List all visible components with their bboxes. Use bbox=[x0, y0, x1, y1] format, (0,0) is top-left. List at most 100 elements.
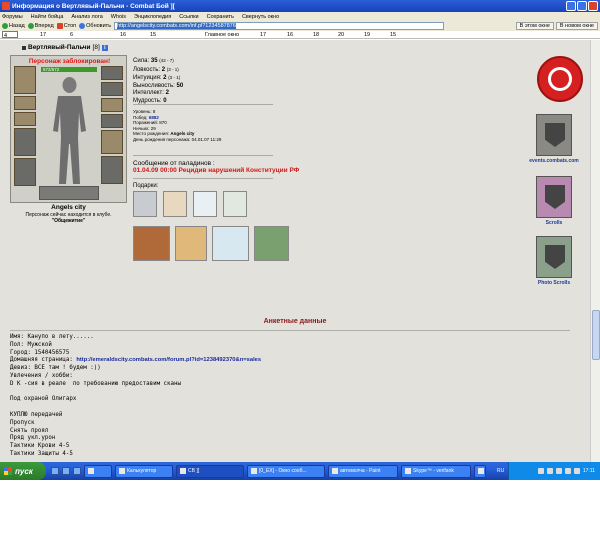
weapon-slot[interactable] bbox=[14, 128, 36, 156]
gift-item[interactable] bbox=[163, 191, 187, 217]
menu-item-save[interactable]: Сохранить bbox=[207, 14, 234, 20]
tab-7[interactable]: 16 bbox=[287, 31, 293, 39]
quick-launch bbox=[51, 467, 81, 475]
task-button[interactable] bbox=[84, 464, 112, 478]
profile-details: Имя: Канупо в лету...... Пол: Мужской Горо… bbox=[10, 334, 262, 457]
tab-0[interactable]: 4 bbox=[2, 31, 18, 39]
tray-icon[interactable] bbox=[546, 468, 553, 474]
toolbar: Назад Вперед Стоп Обновить http://angels… bbox=[0, 21, 600, 31]
earrings-slot[interactable] bbox=[101, 66, 123, 80]
scrollbar-thumb[interactable] bbox=[592, 310, 600, 360]
tab-1[interactable]: 17 bbox=[40, 31, 46, 39]
page-scrollbar[interactable] bbox=[590, 40, 600, 462]
character-level: [8] bbox=[92, 44, 100, 51]
forward-button[interactable]: Вперед bbox=[27, 23, 54, 29]
quicklaunch-ie-icon[interactable] bbox=[51, 467, 59, 475]
menu-item-log-analysis[interactable]: Анализ лога bbox=[71, 14, 102, 20]
tab-9[interactable]: 20 bbox=[338, 31, 344, 39]
tab-4[interactable]: 15 bbox=[150, 31, 156, 39]
task-skype[interactable]: Skype™ - verifank bbox=[401, 464, 471, 478]
tab-main-window[interactable]: Главное окно bbox=[205, 31, 239, 39]
task-calculator[interactable]: Калькулятор bbox=[115, 464, 173, 478]
menu-item-minimize[interactable]: Свернуть окно bbox=[242, 14, 279, 20]
stat-row: Выносливость: 50 bbox=[133, 82, 184, 89]
paladin-message-text: 01.04.09 00:00 Рецидив нарушений Констит… bbox=[133, 167, 300, 174]
menu-item-links[interactable]: Ссылки bbox=[179, 14, 198, 20]
gift-item[interactable] bbox=[133, 191, 157, 217]
windows-flag-icon bbox=[4, 467, 12, 475]
gift-item[interactable] bbox=[193, 191, 217, 217]
calculator-icon bbox=[119, 468, 125, 474]
task-combats[interactable]: CB ][ bbox=[176, 464, 244, 478]
back-button[interactable]: Назад bbox=[2, 23, 25, 29]
photo-scrolls-link[interactable]: Photo Scrolls bbox=[528, 280, 580, 286]
amulet-slot[interactable] bbox=[101, 82, 123, 96]
stat-row: Интуиция: 2 (3 - 1) bbox=[133, 75, 181, 81]
stat-row: Ловкость: 2 (3 - 1) bbox=[133, 66, 179, 73]
photo-scrolls-banner-icon[interactable] bbox=[536, 236, 572, 278]
gift-card[interactable] bbox=[133, 226, 170, 261]
stop-button[interactable]: Стоп bbox=[56, 23, 76, 29]
armor-slot[interactable] bbox=[14, 158, 36, 186]
medals-slot[interactable] bbox=[39, 186, 99, 200]
task-message-window[interactable]: [0_EX] - Окно сооб... bbox=[247, 464, 325, 478]
refresh-button[interactable]: Обновить bbox=[79, 23, 111, 29]
belt-slot[interactable] bbox=[101, 114, 123, 128]
address-input[interactable]: http://angelscity.combats.com/inf.pl?123… bbox=[114, 22, 445, 30]
quicklaunch-desktop-icon[interactable] bbox=[62, 467, 70, 475]
open-new-window-button[interactable]: В новом окне bbox=[555, 22, 598, 30]
stat-row: Интеллект: 2 bbox=[133, 90, 169, 96]
scrolls-link[interactable]: Scrolls bbox=[530, 220, 578, 226]
tab-8[interactable]: 18 bbox=[313, 31, 319, 39]
start-button[interactable]: пуск bbox=[0, 462, 46, 480]
scrolls-banner-icon[interactable] bbox=[536, 176, 572, 218]
hp-bar: 572/572 bbox=[41, 67, 97, 72]
character-name[interactable]: Вертлявый-Пальчи bbox=[28, 44, 91, 51]
close-button[interactable] bbox=[588, 1, 598, 11]
language-indicator[interactable]: RU bbox=[497, 468, 504, 474]
tab-10[interactable]: 19 bbox=[364, 31, 370, 39]
homepage-link[interactable]: http://emeraldscity.combats.com/forum.pl… bbox=[76, 357, 261, 363]
combats-logo-icon[interactable] bbox=[537, 56, 583, 102]
tab-3[interactable]: 16 bbox=[120, 31, 126, 39]
minimize-button[interactable] bbox=[566, 1, 576, 11]
gift-card[interactable] bbox=[212, 226, 249, 261]
tray-icon[interactable] bbox=[555, 468, 562, 474]
tab-2[interactable]: 6 bbox=[70, 31, 73, 39]
bracers-slot[interactable] bbox=[14, 96, 36, 110]
divider bbox=[10, 330, 570, 331]
maximize-button[interactable] bbox=[577, 1, 587, 11]
menu-item-find-fighter[interactable]: Найти бойца bbox=[31, 14, 64, 20]
gift-card[interactable] bbox=[175, 226, 207, 261]
quicklaunch-media-icon[interactable] bbox=[73, 467, 81, 475]
tray-icon[interactable] bbox=[564, 468, 571, 474]
task-button[interactable] bbox=[474, 464, 486, 478]
window-title: Информация о Вертлявый-Пальчи - Combat Б… bbox=[12, 2, 175, 10]
clock[interactable]: 17:11 bbox=[583, 468, 595, 474]
gifts-label: Подарки: bbox=[133, 183, 159, 189]
helmet-slot[interactable] bbox=[14, 66, 36, 94]
gift-item[interactable] bbox=[223, 191, 247, 217]
skype-icon bbox=[405, 468, 411, 474]
tray-icon[interactable] bbox=[537, 468, 544, 474]
menu-item-forums[interactable]: Форумы bbox=[2, 14, 23, 20]
ring-slot[interactable] bbox=[101, 98, 123, 112]
tab-11[interactable]: 15 bbox=[390, 31, 396, 39]
info-icon[interactable]: i bbox=[101, 44, 108, 51]
stat-row: Сила: 35 (42 - 7) bbox=[133, 58, 174, 64]
gloves-slot[interactable] bbox=[14, 112, 36, 126]
menu-item-whois[interactable]: Whois bbox=[111, 14, 126, 20]
menu-item-encyclopedia[interactable]: Энциклопедия bbox=[134, 14, 171, 20]
tray-icon[interactable] bbox=[573, 468, 580, 474]
gift-card[interactable] bbox=[254, 226, 289, 261]
shield-slot[interactable] bbox=[101, 130, 123, 154]
events-link[interactable]: events.combats.com bbox=[522, 158, 586, 164]
divider bbox=[133, 104, 273, 105]
task-paint[interactable]: автомолча - Paint bbox=[328, 464, 398, 478]
browser-icon bbox=[180, 468, 186, 474]
character-name-row: Вертлявый-Пальчи [8] i bbox=[22, 44, 108, 51]
tab-6[interactable]: 17 bbox=[260, 31, 266, 39]
boots-slot[interactable] bbox=[101, 156, 123, 184]
open-this-window-button[interactable]: В этом окне bbox=[515, 22, 554, 30]
events-banner-icon[interactable] bbox=[536, 114, 572, 156]
